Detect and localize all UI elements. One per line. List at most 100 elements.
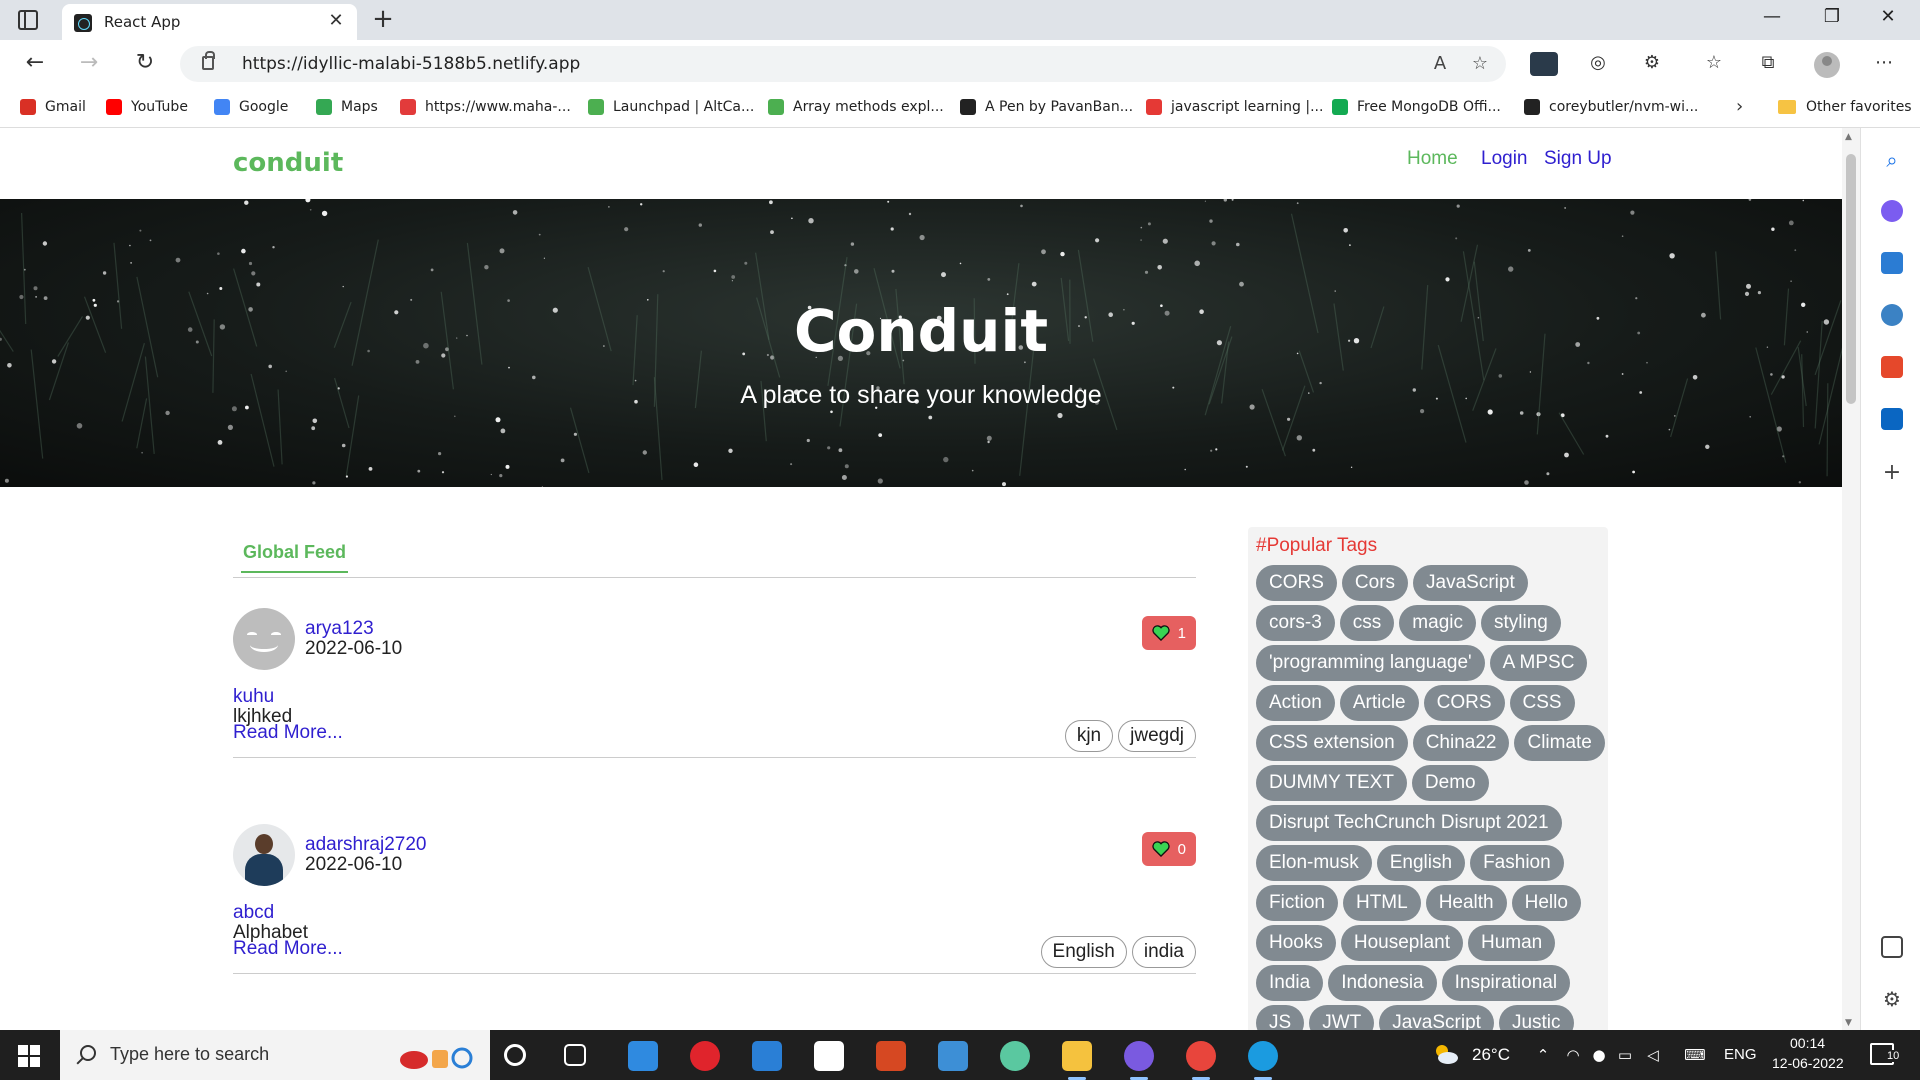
popular-tag[interactable]: Action bbox=[1256, 685, 1335, 721]
popular-tag[interactable]: Elon-musk bbox=[1256, 845, 1372, 881]
popular-tag[interactable]: CORS bbox=[1256, 565, 1337, 601]
add-favorite-icon[interactable]: ☆ bbox=[1466, 53, 1494, 74]
read-more-link[interactable]: Read More... bbox=[233, 938, 343, 960]
react-devtools-icon[interactable] bbox=[1530, 52, 1558, 76]
popular-tag[interactable]: cors-3 bbox=[1256, 605, 1335, 641]
close-tab-icon[interactable]: ✕ bbox=[325, 10, 347, 31]
popular-tag[interactable]: Houseplant bbox=[1340, 925, 1463, 961]
more-options-icon[interactable]: ⋯ bbox=[1870, 52, 1898, 76]
bookmark-item[interactable]: Launchpad | AltCa... bbox=[588, 94, 754, 120]
opera-icon[interactable] bbox=[690, 1041, 720, 1071]
article-tag[interactable]: jwegdj bbox=[1118, 720, 1196, 752]
popular-tag[interactable]: A MPSC bbox=[1489, 645, 1588, 681]
battery-icon[interactable]: ▭ bbox=[1616, 1046, 1634, 1064]
chrome-icon[interactable] bbox=[1186, 1041, 1216, 1080]
extensions-icon[interactable]: ⚙ bbox=[1638, 52, 1666, 76]
nav-home-link[interactable]: Home bbox=[1407, 148, 1458, 170]
wifi-icon[interactable]: ◠ bbox=[1564, 1046, 1582, 1064]
popular-tag[interactable]: Hooks bbox=[1256, 925, 1336, 961]
cortana-icon[interactable] bbox=[504, 1044, 526, 1066]
slack-icon[interactable] bbox=[1000, 1041, 1030, 1071]
edge-icon[interactable] bbox=[1248, 1041, 1278, 1080]
collections-icon[interactable]: ⧉ bbox=[1754, 52, 1782, 76]
address-bar[interactable]: https://idyllic-malabi-5188b5.netlify.ap… bbox=[180, 46, 1506, 82]
hide-sidebar-icon[interactable] bbox=[1881, 936, 1903, 958]
popular-tag[interactable]: Human bbox=[1467, 925, 1556, 961]
discord-icon[interactable] bbox=[1124, 1041, 1154, 1080]
favorite-button[interactable]: 0 bbox=[1141, 832, 1196, 866]
popular-tag[interactable]: CORS bbox=[1423, 685, 1505, 721]
profile-avatar[interactable] bbox=[1814, 52, 1840, 78]
popular-tag[interactable]: Indonesia bbox=[1328, 965, 1437, 1001]
settings-gear-icon[interactable]: ⚙ bbox=[1881, 988, 1903, 1010]
office-taskbar-icon[interactable] bbox=[876, 1041, 906, 1071]
new-tab-button[interactable]: + bbox=[368, 4, 398, 34]
author-avatar[interactable] bbox=[233, 824, 295, 886]
control-panel-icon[interactable] bbox=[938, 1041, 968, 1071]
lock-icon[interactable] bbox=[202, 51, 215, 70]
page-scrollbar[interactable]: ▲ ▼ bbox=[1842, 128, 1860, 1030]
bookmark-item[interactable]: Maps bbox=[316, 94, 378, 120]
clock-date[interactable]: 12-06-2022 bbox=[1772, 1055, 1844, 1071]
popular-tag[interactable]: Fiction bbox=[1256, 885, 1338, 921]
scroll-down-arrow-icon[interactable]: ▼ bbox=[1845, 1018, 1852, 1028]
favorite-button[interactable]: 1 bbox=[1141, 616, 1196, 650]
article-title[interactable]: kuhu bbox=[233, 686, 274, 708]
popular-tag[interactable]: JavaScript bbox=[1379, 1005, 1494, 1030]
popular-tag[interactable]: English bbox=[1376, 845, 1466, 881]
popular-tag[interactable]: Hello bbox=[1511, 885, 1581, 921]
add-sidebar-app-icon[interactable]: + bbox=[1881, 462, 1903, 484]
windows-start-icon[interactable] bbox=[18, 1045, 40, 1067]
url-text[interactable]: https://idyllic-malabi-5188b5.netlify.ap… bbox=[242, 54, 580, 74]
clock-time[interactable]: 00:14 bbox=[1790, 1035, 1825, 1051]
vscode-icon[interactable] bbox=[628, 1041, 658, 1071]
author-avatar[interactable] bbox=[233, 608, 295, 670]
read-more-link[interactable]: Read More... bbox=[233, 722, 343, 744]
volume-icon[interactable]: ◁ bbox=[1644, 1046, 1662, 1064]
mail-icon[interactable] bbox=[752, 1041, 782, 1071]
show-hidden-icons-icon[interactable]: ⌃ bbox=[1534, 1046, 1552, 1064]
other-favorites-folder[interactable]: Other favorites bbox=[1778, 94, 1912, 120]
popular-tag[interactable]: HTML bbox=[1342, 885, 1421, 921]
task-view-icon[interactable] bbox=[564, 1044, 586, 1066]
language-indicator[interactable]: ENG bbox=[1724, 1046, 1757, 1063]
bookmark-item[interactable]: coreybutler/nvm-wi... bbox=[1524, 94, 1698, 120]
games-icon[interactable] bbox=[1881, 304, 1903, 326]
forward-arrow-icon[interactable]: → bbox=[74, 50, 104, 75]
article-tag[interactable]: india bbox=[1131, 936, 1196, 968]
popular-tag[interactable]: 'programming language' bbox=[1256, 645, 1485, 681]
favorites-icon[interactable]: ☆ bbox=[1700, 52, 1728, 76]
office-icon[interactable] bbox=[1881, 356, 1903, 378]
taskbar-search-input[interactable]: Type here to search bbox=[110, 1044, 269, 1065]
microsoft-store-icon[interactable] bbox=[814, 1041, 844, 1071]
popular-tag[interactable]: css bbox=[1339, 605, 1395, 641]
nav-login-link[interactable]: Login bbox=[1481, 148, 1528, 170]
popular-tag[interactable]: CSS extension bbox=[1256, 725, 1408, 761]
article-tag[interactable]: kjn bbox=[1064, 720, 1114, 752]
minimize-window-button[interactable]: — bbox=[1752, 6, 1792, 27]
bookmark-item[interactable]: A Pen by PavanBan... bbox=[960, 94, 1133, 120]
read-aloud-icon[interactable]: A bbox=[1426, 53, 1454, 74]
bookmark-item[interactable]: https://www.maha-... bbox=[400, 94, 571, 120]
tools-icon[interactable] bbox=[1881, 252, 1903, 274]
article-author-link[interactable]: adarshraj2720 bbox=[305, 834, 426, 856]
refresh-icon[interactable]: ↻ bbox=[130, 50, 160, 75]
popular-tag[interactable]: Article bbox=[1339, 685, 1419, 721]
article-tag[interactable]: English bbox=[1040, 936, 1127, 968]
maximize-window-button[interactable]: ❐ bbox=[1812, 6, 1852, 27]
scroll-up-arrow-icon[interactable]: ▲ bbox=[1845, 132, 1852, 142]
popular-tag[interactable]: CSS bbox=[1509, 685, 1575, 721]
article-title[interactable]: abcd bbox=[233, 902, 274, 924]
nav-signup-link[interactable]: Sign Up bbox=[1544, 148, 1612, 170]
bookmark-item[interactable]: Free MongoDB Offi... bbox=[1332, 94, 1501, 120]
popular-tag[interactable]: Inspirational bbox=[1441, 965, 1571, 1001]
bookmark-item[interactable]: javascript learning |... bbox=[1146, 94, 1323, 120]
back-arrow-icon[interactable]: ← bbox=[20, 50, 50, 75]
file-explorer-icon[interactable] bbox=[1062, 1041, 1092, 1080]
popular-tag[interactable]: Health bbox=[1425, 885, 1507, 921]
popular-tag[interactable]: Cors bbox=[1341, 565, 1409, 601]
screen-capture-icon[interactable]: ◎ bbox=[1584, 52, 1612, 76]
discover-icon[interactable] bbox=[1881, 200, 1903, 222]
microphone-icon[interactable]: ● bbox=[1590, 1046, 1608, 1064]
search-icon[interactable]: ⌕ bbox=[1881, 148, 1903, 172]
